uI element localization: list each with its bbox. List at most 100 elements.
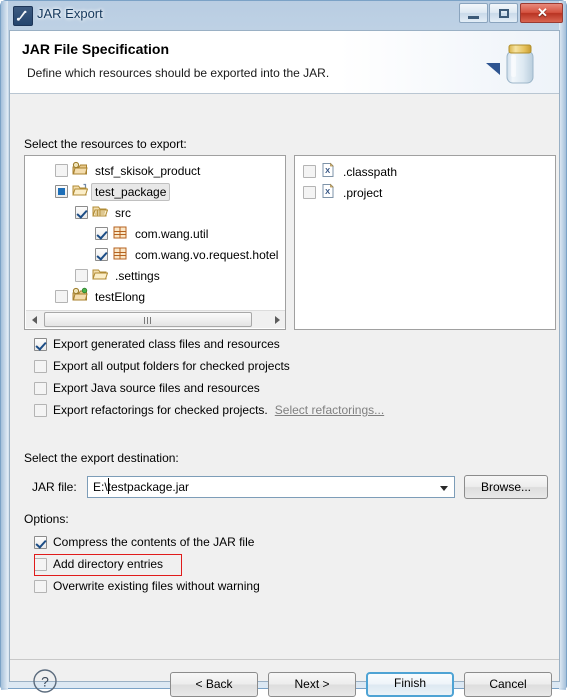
folder-icon (92, 266, 109, 285)
jar-export-window: JAR Export ✕ JAR File Specification Defi… (0, 0, 567, 697)
open-folder-project-icon (72, 182, 89, 201)
browse-button[interactable]: Browse... (464, 475, 548, 499)
tree-row-label: stsf_skisok_product (95, 163, 201, 178)
cancel-button[interactable]: Cancel (464, 672, 552, 697)
option-checkbox[interactable] (34, 557, 47, 571)
tree-row[interactable]: src (25, 202, 285, 223)
svg-text:?: ? (41, 674, 49, 690)
option-label: Compress the contents of the JAR file (53, 535, 255, 549)
java-project-icon (72, 287, 88, 306)
svg-text:X: X (325, 187, 330, 196)
export-option-refactorings[interactable]: Export refactorings for checked projects… (34, 403, 384, 417)
option-label: Export Java source files and resources (53, 381, 260, 395)
list-item-label: .project (343, 185, 383, 200)
page-subtitle: Define which resources should be exporte… (27, 66, 330, 80)
tree-row-label: test_package (91, 182, 171, 201)
tree-row-label: testElong (95, 289, 146, 304)
help-icon[interactable]: ? (32, 668, 58, 694)
tree-checkbox[interactable] (75, 206, 88, 219)
xml-file-icon: X (320, 183, 336, 202)
option-compress-contents[interactable]: Compress the contents of the JAR file (34, 535, 254, 549)
title-bar[interactable]: JAR Export ✕ (1, 1, 567, 30)
jar-file-field-label: JAR file: (32, 480, 77, 494)
footer-separator (10, 659, 559, 660)
scrollbar-thumb[interactable] (44, 312, 252, 327)
option-label: Export refactorings for checked projects… (53, 403, 268, 417)
list-item[interactable]: X .classpath (303, 161, 555, 182)
export-option-all-output-folders[interactable]: Export all output folders for checked pr… (34, 359, 290, 373)
option-label: Export generated class files and resourc… (53, 337, 280, 351)
destination-label: Select the export destination: (24, 451, 179, 465)
tree-horizontal-scrollbar[interactable] (26, 310, 285, 328)
maximize-button[interactable] (489, 3, 518, 23)
list-item[interactable]: X .project (303, 182, 555, 203)
option-add-directory-entries[interactable]: Add directory entries (34, 557, 163, 571)
list-rows: X .classpath X .project (295, 156, 555, 203)
tree-rows: stsf_skisok_product test_package src com… (25, 156, 285, 307)
window-glass-left-edge (1, 1, 8, 690)
tree-row-label: src (115, 205, 131, 220)
resources-label: Select the resources to export: (24, 137, 187, 151)
finish-button[interactable]: Finish (366, 672, 454, 697)
svg-text:X: X (325, 166, 330, 175)
xml-file-icon: X (320, 162, 336, 181)
option-label: Overwrite existing files without warning (53, 579, 260, 593)
tree-checkbox[interactable] (75, 269, 88, 282)
jar-export-icon (13, 6, 33, 26)
scroll-left-icon[interactable] (26, 311, 43, 328)
file-checkbox[interactable] (303, 186, 316, 199)
window-glass-right-edge (559, 1, 566, 690)
option-label: Add directory entries (53, 557, 164, 571)
close-icon: ✕ (537, 5, 548, 20)
close-button[interactable]: ✕ (520, 3, 563, 23)
next-button[interactable]: Next > (268, 672, 356, 697)
export-option-java-source-files[interactable]: Export Java source files and resources (34, 381, 260, 395)
file-checkbox[interactable] (303, 165, 316, 178)
option-checkbox[interactable] (34, 403, 47, 417)
dialog-client-area: JAR File Specification Define which reso… (9, 30, 560, 697)
resource-file-list[interactable]: X .classpath X .project (294, 155, 556, 330)
option-checkbox[interactable] (34, 579, 47, 593)
options-label: Options: (24, 512, 69, 526)
back-button[interactable]: < Back (170, 672, 258, 697)
option-checkbox[interactable] (34, 359, 47, 373)
tree-row-label: com.wang.util (135, 226, 209, 241)
window-title: JAR Export (37, 6, 103, 21)
maximize-icon (499, 9, 509, 18)
scroll-right-icon[interactable] (269, 311, 285, 328)
list-item-label: .classpath (343, 164, 398, 179)
minimize-button[interactable] (459, 3, 488, 23)
select-refactorings-link[interactable]: Select refactorings... (275, 403, 384, 417)
text-cursor (108, 478, 109, 494)
tree-checkbox[interactable] (95, 227, 108, 240)
tree-row-label: com.wang.vo.request.hotel (135, 247, 279, 262)
tree-row[interactable]: stsf_skisok_product (25, 160, 285, 181)
dialog-banner: JAR File Specification Define which reso… (10, 31, 559, 94)
tree-row[interactable]: .settings (25, 265, 285, 286)
jar-file-combo[interactable]: E:\testpackage.jar (87, 476, 455, 498)
tree-row[interactable]: test_package (25, 181, 285, 202)
option-checkbox[interactable] (34, 535, 47, 549)
export-option-generated-class-files[interactable]: Export generated class files and resourc… (34, 337, 280, 351)
tree-checkbox[interactable] (55, 290, 68, 303)
tree-row-label: .settings (115, 268, 160, 283)
tree-row[interactable]: testElong (25, 286, 285, 307)
option-checkbox[interactable] (34, 381, 47, 395)
resource-tree[interactable]: stsf_skisok_product test_package src com… (24, 155, 286, 330)
option-overwrite-existing-files[interactable]: Overwrite existing files without warning (34, 579, 260, 593)
tree-checkbox[interactable] (95, 248, 108, 261)
minimize-icon (468, 16, 479, 19)
tree-checkbox[interactable] (55, 164, 68, 177)
jar-jar-icon (496, 37, 544, 89)
tree-row[interactable]: com.wang.util (25, 223, 285, 244)
tree-row[interactable]: com.wang.vo.request.hotel (25, 244, 285, 265)
package-icon (112, 245, 128, 264)
option-label: Export all output folders for checked pr… (53, 359, 290, 373)
package-icon (112, 224, 128, 243)
chevron-down-icon[interactable] (435, 478, 453, 496)
java-project-icon (72, 161, 88, 180)
tree-checkbox[interactable] (55, 185, 68, 198)
source-folder-icon (92, 203, 109, 222)
page-title: JAR File Specification (22, 41, 170, 57)
option-checkbox[interactable] (34, 337, 47, 351)
